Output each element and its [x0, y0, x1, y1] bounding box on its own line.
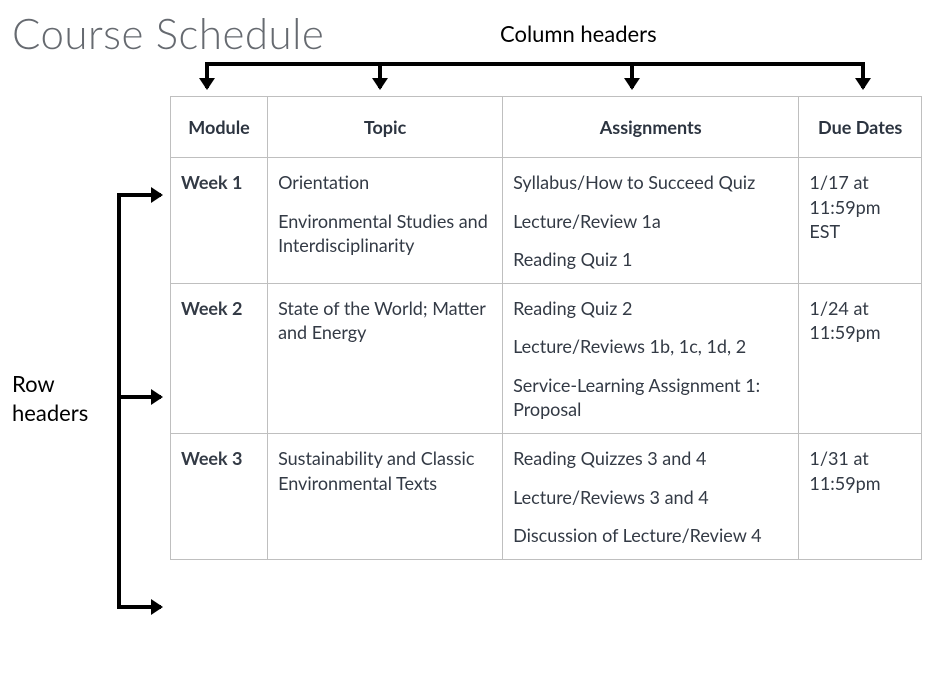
topic-item: Orientation [278, 170, 492, 194]
table-row: Week 3Sustainability and Classic Environ… [171, 434, 922, 560]
cell-due: 1/31 at 11:59pm [799, 434, 922, 560]
column-headers-label: Column headers [500, 20, 657, 47]
arrow-down-icon [861, 62, 865, 88]
table-row: Week 2State of the World; Matter and Ene… [171, 284, 922, 434]
arrow-right-icon [117, 193, 161, 197]
arrow-down-icon [205, 62, 209, 88]
arrow-down-icon [630, 62, 634, 88]
cell-topic: State of the World; Matter and Energy [268, 284, 503, 434]
cell-due: 1/24 at 11:59pm [799, 284, 922, 434]
table-header-row: Module Topic Assignments Due Dates [171, 97, 922, 158]
cell-topic: Sustainability and Classic Environmental… [268, 434, 503, 560]
row-header-module: Week 2 [171, 284, 268, 434]
arrow-right-icon [117, 395, 161, 399]
arrow-down-icon [378, 62, 382, 88]
assignment-item: Lecture/Reviews 1b, 1c, 1d, 2 [513, 334, 788, 358]
arrow-right-icon [117, 605, 161, 609]
row-headers-bracket [117, 193, 121, 608]
cell-assignments: Syllabus/How to Succeed Quiz Lecture/Revi… [503, 158, 799, 284]
column-headers-bracket [205, 62, 865, 66]
topic-item: State of the World; Matter and Energy [278, 296, 492, 345]
assignment-item: Service-Learning Assignment 1: Proposal [513, 373, 788, 422]
assignment-item: Reading Quiz 1 [513, 247, 788, 271]
cell-due: 1/17 at 11:59pm EST [799, 158, 922, 284]
schedule-table: Module Topic Assignments Due Dates Week … [170, 96, 922, 560]
assignment-item: Reading Quizzes 3 and 4 [513, 446, 788, 470]
assignment-item: Discussion of Lecture/Review 4 [513, 523, 788, 547]
col-header-assignments: Assignments [503, 97, 799, 158]
cell-assignments: Reading Quizzes 3 and 4 Lecture/Reviews 3… [503, 434, 799, 560]
topic-item: Environmental Studies and Interdisciplin… [278, 209, 492, 258]
assignment-item: Lecture/Review 1a [513, 209, 788, 233]
assignment-item: Reading Quiz 2 [513, 296, 788, 320]
cell-topic: Orientation Environmental Studies and Int… [268, 158, 503, 284]
page-title: Course Schedule [0, 0, 936, 58]
col-header-topic: Topic [268, 97, 503, 158]
row-headers-label: Row headers [12, 370, 102, 427]
row-header-module: Week 3 [171, 434, 268, 560]
topic-item: Sustainability and Classic Environmental… [278, 446, 492, 495]
col-header-module: Module [171, 97, 268, 158]
col-header-due: Due Dates [799, 97, 922, 158]
assignment-item: Syllabus/How to Succeed Quiz [513, 170, 788, 194]
row-header-module: Week 1 [171, 158, 268, 284]
table-row: Week 1 Orientation Environmental Studies a… [171, 158, 922, 284]
cell-assignments: Reading Quiz 2 Lecture/Reviews 1b, 1c, 1d… [503, 284, 799, 434]
assignment-item: Lecture/Reviews 3 and 4 [513, 485, 788, 509]
